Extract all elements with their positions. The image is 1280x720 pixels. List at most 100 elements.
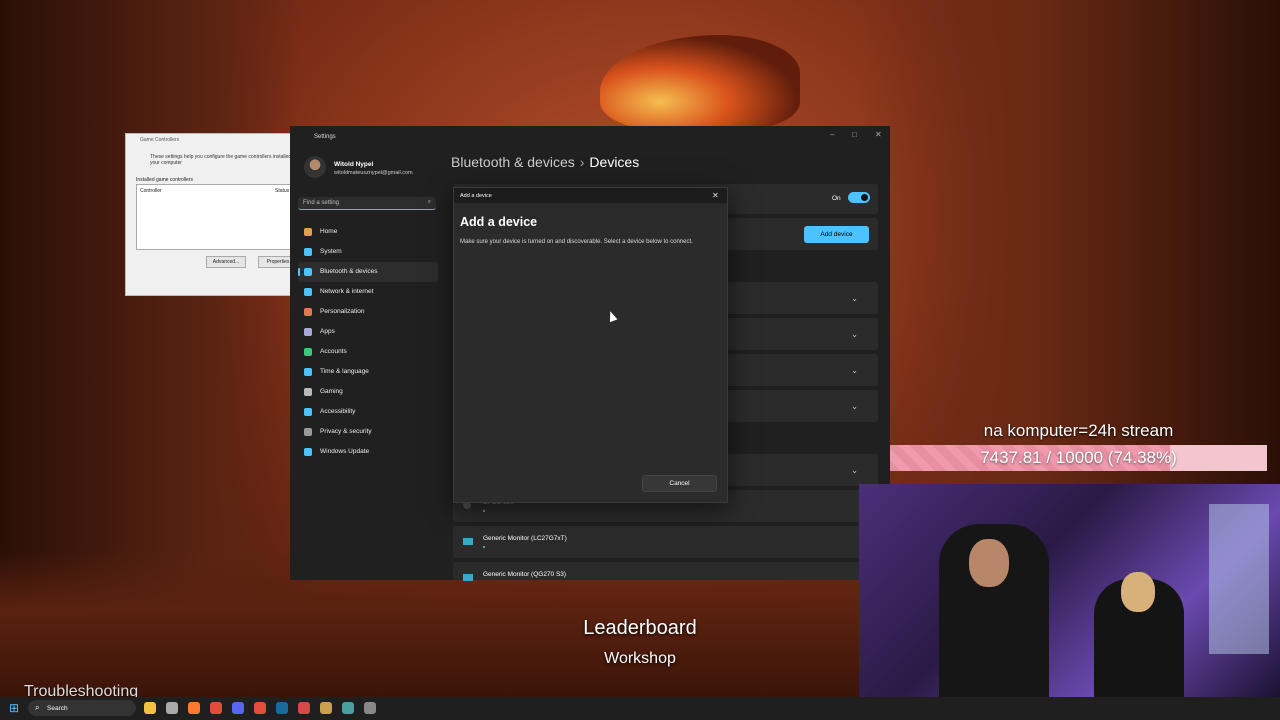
app3-icon[interactable] xyxy=(342,702,354,714)
cancel-button[interactable]: Cancel xyxy=(642,475,717,492)
breadcrumb: Bluetooth & devices › Devices xyxy=(451,154,639,170)
game-menu-workshop: Workshop xyxy=(604,650,676,667)
close-icon[interactable]: ✕ xyxy=(712,191,719,200)
sidebar-item-system[interactable]: System xyxy=(298,242,438,262)
sidebar-item-label: Accessibility xyxy=(320,408,356,415)
app-icon[interactable] xyxy=(298,702,310,714)
sidebar-item-label: System xyxy=(320,248,342,255)
sidebar-item-time-language[interactable]: Time & language xyxy=(298,362,438,382)
game-menu-leaderboard: Leaderboard xyxy=(583,617,697,639)
discord-icon[interactable] xyxy=(232,702,244,714)
breadcrumb-separator: › xyxy=(579,154,585,170)
sidebar-item-label: Apps xyxy=(320,328,335,335)
sidebar-item-personalization[interactable]: Personalization xyxy=(298,302,438,322)
store-icon[interactable] xyxy=(166,702,178,714)
file-explorer-icon[interactable] xyxy=(144,702,156,714)
steam-icon[interactable] xyxy=(276,702,288,714)
nav-icon xyxy=(304,428,312,436)
sidebar-item-gaming[interactable]: Gaming xyxy=(298,382,438,402)
nav-icon xyxy=(304,408,312,416)
device-status-dot xyxy=(483,546,485,548)
stream-goal-bar: 7437.81 / 10000 (74.38%) xyxy=(890,445,1267,471)
webcam-person-1-head xyxy=(969,539,1009,587)
dialog-titlebar: Add a device ✕ xyxy=(454,188,727,203)
sidebar-item-label: Bluetooth & devices xyxy=(320,268,378,275)
game-controllers-title: Game Controllers xyxy=(140,137,180,143)
column-status: Status xyxy=(275,188,290,194)
nav-icon xyxy=(304,348,312,356)
device-row[interactable]: Generic Monitor (QG270 S3) xyxy=(453,562,878,581)
sidebar-item-windows-update[interactable]: Windows Update xyxy=(298,442,438,462)
taskbar: ⊞ ⌕ Search xyxy=(0,697,1280,720)
profile-email: witoldmateusznypel@gmail.com xyxy=(334,170,413,176)
chevron-down-icon: ⌄ xyxy=(851,294,858,303)
taskbar-search[interactable]: ⌕ Search xyxy=(28,700,136,716)
avatar xyxy=(304,156,326,178)
sidebar-item-label: Personalization xyxy=(320,308,365,315)
settings-icon[interactable] xyxy=(364,702,376,714)
fire-logo xyxy=(600,35,800,130)
sidebar-item-label: Accounts xyxy=(320,348,347,355)
nav-icon xyxy=(304,308,312,316)
sidebar-item-home[interactable]: Home xyxy=(298,222,438,242)
bluetooth-toggle[interactable] xyxy=(848,192,870,203)
chevron-down-icon: ⌄ xyxy=(851,366,858,375)
chrome-alt-icon[interactable] xyxy=(254,702,266,714)
chevron-down-icon: ⌄ xyxy=(851,466,858,475)
nav-icon xyxy=(304,388,312,396)
sidebar-item-accounts[interactable]: Accounts xyxy=(298,342,438,362)
breadcrumb-parent[interactable]: Bluetooth & devices xyxy=(451,154,575,170)
nav-icon xyxy=(304,368,312,376)
sidebar-item-label: Network & internet xyxy=(320,288,374,295)
settings-titlebar: Settings – □ ✕ xyxy=(290,126,890,148)
chevron-down-icon: ⌄ xyxy=(851,330,858,339)
sidebar-item-label: Gaming xyxy=(320,388,343,395)
nav-icon xyxy=(304,268,312,276)
settings-nav: Home System Bluetooth & devices Network & i… xyxy=(298,222,438,462)
close-icon[interactable]: ✕ xyxy=(875,130,882,139)
maximize-icon[interactable]: □ xyxy=(852,130,857,139)
chrome-icon[interactable] xyxy=(210,702,222,714)
column-controller: Controller xyxy=(140,188,162,194)
stream-goal-text: 7437.81 / 10000 (74.38%) xyxy=(980,448,1177,467)
app2-icon[interactable] xyxy=(320,702,332,714)
search-icon: ⌕ xyxy=(427,199,431,205)
controllers-list[interactable]: Controller Status xyxy=(136,184,298,250)
installed-controllers-label: Installed game controllers xyxy=(136,177,193,183)
nav-icon xyxy=(304,248,312,256)
sidebar-item-privacy-security[interactable]: Privacy & security xyxy=(298,422,438,442)
minimize-icon[interactable]: – xyxy=(830,130,834,139)
device-name: Generic Monitor (QG270 S3) xyxy=(483,571,567,578)
sidebar-item-accessibility[interactable]: Accessibility xyxy=(298,402,438,422)
sidebar-item-network-internet[interactable]: Network & internet xyxy=(298,282,438,302)
advanced-button[interactable]: Advanced... xyxy=(206,256,246,268)
sidebar-item-label: Home xyxy=(320,228,338,235)
windows-start-icon[interactable]: ⊞ xyxy=(9,702,21,714)
nav-icon xyxy=(304,288,312,296)
search-placeholder: Find a setting xyxy=(303,200,340,206)
taskbar-search-label: Search xyxy=(47,705,68,712)
device-status-dot xyxy=(483,510,485,512)
firefox-icon[interactable] xyxy=(188,702,200,714)
chevron-down-icon: ⌄ xyxy=(851,402,858,411)
sidebar-item-bluetooth-devices[interactable]: Bluetooth & devices xyxy=(298,262,438,282)
device-row[interactable]: Generic Monitor (LC27G7xT) xyxy=(453,526,878,558)
add-device-button[interactable]: Add device xyxy=(804,226,869,243)
nav-icon xyxy=(304,328,312,336)
webcam-feed xyxy=(859,484,1280,700)
bluetooth-toggle-label: On xyxy=(832,195,841,202)
webcam-window xyxy=(1209,504,1269,654)
add-device-dialog[interactable]: Add a device ✕ Add a device Make sure yo… xyxy=(453,187,728,503)
profile-name: Witold Nypel xyxy=(334,161,374,168)
dialog-message: Make sure your device is turned on and d… xyxy=(460,239,693,245)
device-name: Generic Monitor (LC27G7xT) xyxy=(483,535,567,542)
page-title: Devices xyxy=(589,154,640,170)
sidebar-item-label: Time & language xyxy=(320,368,369,375)
settings-window-title: Settings xyxy=(314,134,336,140)
sidebar-item-apps[interactable]: Apps xyxy=(298,322,438,342)
sidebar-item-label: Windows Update xyxy=(320,448,370,455)
settings-search-input[interactable]: Find a setting ⌕ xyxy=(298,197,436,210)
nav-icon xyxy=(304,448,312,456)
game-controllers-window[interactable]: Game Controllers These settings help you… xyxy=(125,133,298,296)
sidebar-item-label: Privacy & security xyxy=(320,428,372,435)
